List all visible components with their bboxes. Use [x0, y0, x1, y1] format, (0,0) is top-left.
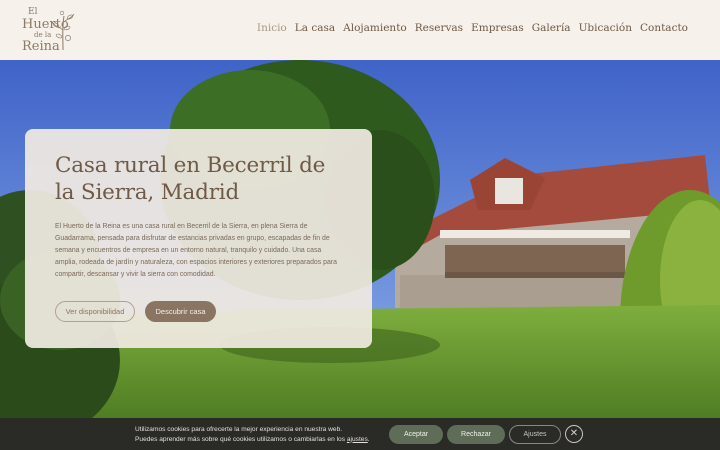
reject-cookies-button[interactable]: Rechazar: [447, 425, 505, 444]
tree-logo-icon: [51, 10, 75, 51]
cookie-settings-link[interactable]: ajustes: [347, 436, 368, 443]
close-icon[interactable]: ✕: [565, 425, 583, 443]
cookie-message-line-1: Utilizamos cookies para ofrecerte la mej…: [135, 426, 343, 433]
nav-item-inicio[interactable]: Inicio: [257, 22, 287, 34]
cookie-message-prefix: Puedes aprender más sobre qué cookies ut…: [135, 435, 346, 443]
brand-logo[interactable]: El Huerto de la Reina: [22, 6, 80, 54]
cookie-message: Utilizamos cookies para ofrecerte la mej…: [135, 425, 370, 444]
accept-cookies-button[interactable]: Aceptar: [389, 425, 443, 444]
cookie-settings-button[interactable]: Ajustes: [509, 425, 561, 444]
nav-item-la-casa[interactable]: La casa: [295, 22, 335, 34]
availability-button[interactable]: Ver disponibilidad: [55, 301, 135, 322]
cookie-message-line-2: Puedes aprender más sobre qué cookies ut…: [135, 435, 370, 445]
cookie-message-suffix: .: [367, 435, 370, 443]
main-nav: Inicio La casa Alojamiento Reservas Empr…: [257, 22, 688, 34]
nav-item-empresas[interactable]: Empresas: [471, 22, 524, 34]
nav-item-galeria[interactable]: Galería: [532, 22, 571, 34]
hero-actions: Ver disponibilidad Descubrir casa: [55, 301, 216, 322]
nav-item-reservas[interactable]: Reservas: [415, 22, 463, 34]
hero-title: Casa rural en Becerril de la Sierra, Mad…: [55, 153, 326, 205]
hero-card: Casa rural en Becerril de la Sierra, Mad…: [25, 129, 372, 348]
cookie-banner: Utilizamos cookies para ofrecerte la mej…: [0, 418, 720, 450]
discover-house-button[interactable]: Descubrir casa: [145, 301, 216, 322]
site-header: El Huerto de la Reina Inicio La casa Alo…: [0, 0, 720, 60]
nav-item-alojamiento[interactable]: Alojamiento: [343, 22, 407, 34]
nav-item-contacto[interactable]: Contacto: [640, 22, 688, 34]
nav-item-ubicacion[interactable]: Ubicación: [579, 22, 632, 34]
hero-description: El Huerto de la Reina es una casa rural …: [55, 222, 337, 279]
